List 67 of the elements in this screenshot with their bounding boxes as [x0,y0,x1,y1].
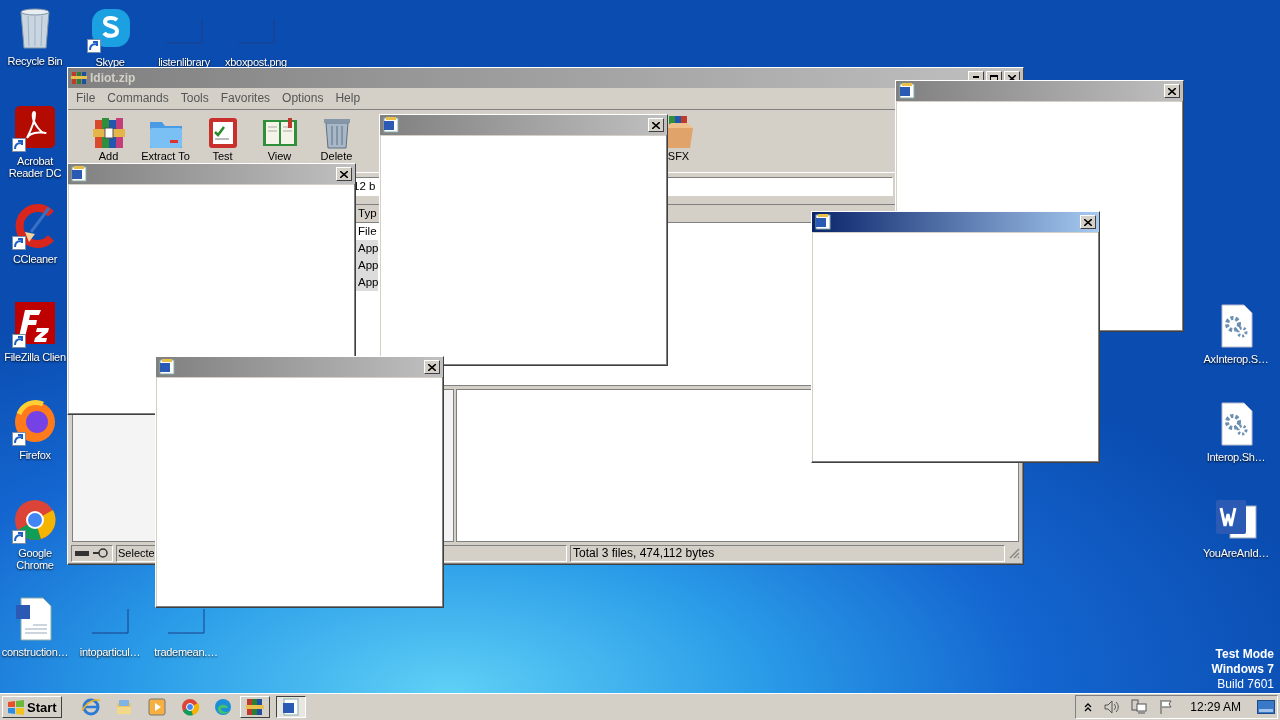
desktop-text: Windows 7 [1211,662,1274,677]
document-app-icon [815,214,831,230]
close-icon [652,121,660,129]
close-icon [340,170,348,178]
toolbar-button[interactable]: View [251,114,308,163]
flag-icon[interactable] [1158,699,1175,715]
document-app-icon [899,83,915,99]
chevron-up-icon[interactable] [1084,702,1093,712]
toolbar-button[interactable]: Add [80,114,137,163]
icon-label[interactable]: Firefox [19,449,51,461]
close-icon [1084,218,1092,226]
browser-icon [80,697,101,717]
status-text: Total 3 files, 474,112 bytes [570,544,1005,562]
clock[interactable]: 12:29 AM [1184,700,1247,714]
toolbar-button[interactable]: Test [194,114,251,163]
table-cell[interactable]: File [356,223,377,240]
icon-label[interactable]: FileZilla Clien [4,351,66,363]
column-header[interactable]: Typ [356,205,377,222]
desktop-text: Test Mode [1215,647,1274,662]
icon-label[interactable]: AxInterop.S… [1203,353,1269,365]
icon-label[interactable]: Recycle Bin [7,55,63,67]
icon-label[interactable]: YouAreAnId… [1203,547,1269,559]
document-app-icon [71,166,87,182]
icon-label[interactable]: Acrobat Reader DC [1,155,69,179]
archive-app-icon [71,70,87,86]
table-cell[interactable]: App [356,257,379,274]
menu-item[interactable]: Help [329,90,367,107]
menu-item[interactable]: Commands [101,90,175,107]
icon-label[interactable]: Google Chrome [1,547,69,571]
start-button[interactable]: Start [2,696,62,718]
icon-label[interactable]: CCleaner [12,253,58,265]
maximize-icon [990,74,998,82]
menu-item[interactable]: Tools [174,90,215,107]
drive-key-icon[interactable] [73,547,111,559]
document-app-icon [383,117,399,133]
table-cell[interactable]: App [356,274,379,291]
close-icon [428,363,436,371]
close-icon [1168,87,1176,95]
toolbar-button[interactable]: Delete [308,114,365,163]
browser-button[interactable] [79,696,102,718]
play-button[interactable] [145,696,168,718]
browser-icon [179,697,200,717]
windows-logo-icon [7,699,25,715]
document-icon [280,697,301,717]
browser-icon [212,697,233,717]
show-desktop-icon[interactable] [1257,700,1275,714]
resize-grip-icon[interactable] [1008,547,1020,559]
toolbar-button[interactable]: Extract To [137,114,194,163]
menu-item[interactable]: Favorites [214,90,277,107]
archive-task-button[interactable] [239,696,270,718]
table-cell[interactable]: App [356,240,379,257]
menu-item[interactable]: Options [276,90,330,107]
document-app-icon [159,359,175,375]
icon-label[interactable]: Interop.Sh… [1206,451,1266,463]
icon-label[interactable]: listenlibrary [158,56,210,68]
window-title: Idiot.zip [90,71,136,85]
close-button[interactable] [1080,215,1096,229]
desktop-text: Build 7601 [1217,677,1274,692]
books-icon [244,697,265,717]
icon-label[interactable]: Skype [95,56,125,68]
play-icon [146,697,167,717]
icon-label[interactable]: construction… [1,646,69,658]
document-task-button[interactable] [275,696,306,718]
speaker-icon[interactable] [1102,699,1121,715]
icon-label[interactable]: xboxpost.png [225,56,287,68]
network-icon[interactable] [1130,699,1149,715]
menu-item[interactable]: File [70,90,102,107]
